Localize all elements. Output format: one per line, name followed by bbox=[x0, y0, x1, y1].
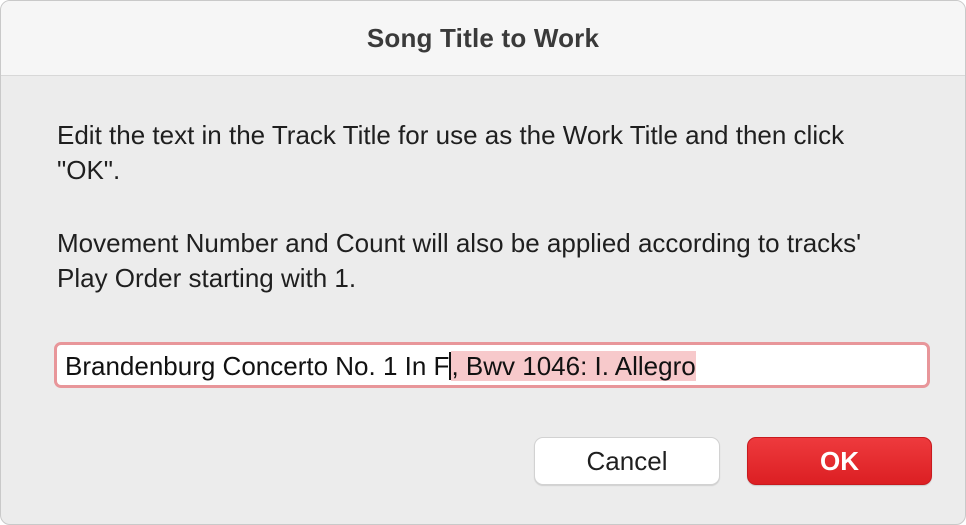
work-title-selected-text: , Bwv 1046: I. Allegro bbox=[451, 351, 696, 381]
movement-info-text: Movement Number and Count will also be a… bbox=[57, 228, 862, 293]
song-title-to-work-dialog: Song Title to Work Edit the text in the … bbox=[0, 0, 966, 525]
ok-button[interactable]: OK bbox=[747, 437, 932, 485]
cancel-button[interactable]: Cancel bbox=[534, 437, 720, 485]
dialog-titlebar: Song Title to Work bbox=[1, 1, 965, 76]
instruction-text: Edit the text in the Track Title for use… bbox=[57, 120, 845, 185]
work-title-text: Brandenburg Concerto No. 1 In F, Bwv 104… bbox=[65, 351, 696, 381]
work-title-unselected-text: Brandenburg Concerto No. 1 In F bbox=[65, 351, 450, 381]
work-title-input[interactable]: Brandenburg Concerto No. 1 In F, Bwv 104… bbox=[54, 342, 930, 388]
dialog-body: Edit the text in the Track Title for use… bbox=[1, 76, 965, 296]
dialog-title: Song Title to Work bbox=[366, 22, 600, 53]
